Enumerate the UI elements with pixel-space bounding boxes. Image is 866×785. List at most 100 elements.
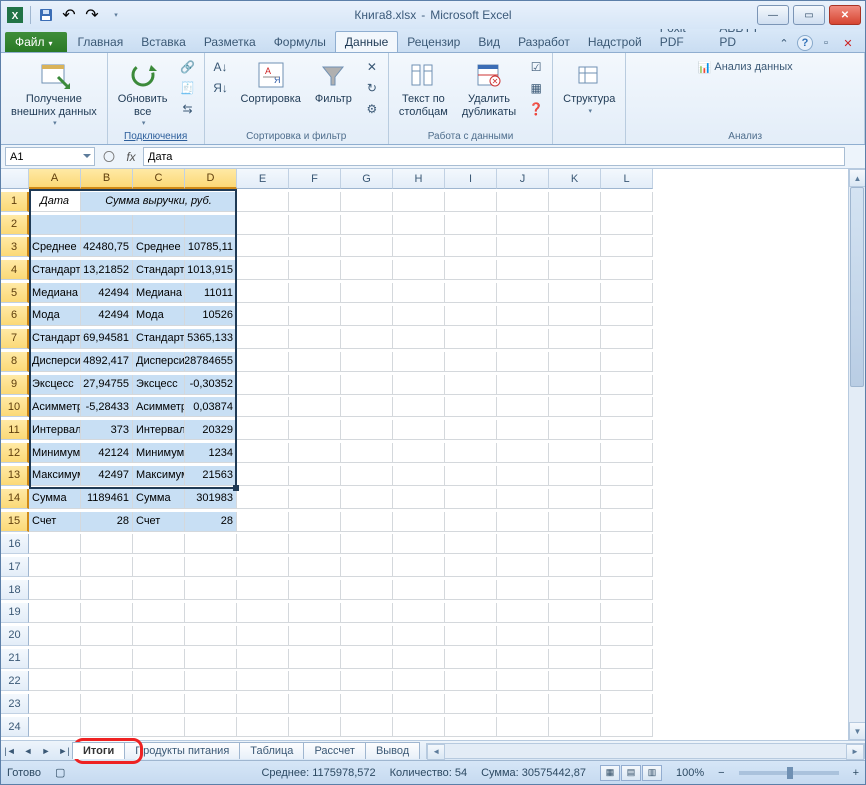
- cell[interactable]: [601, 352, 653, 372]
- cell[interactable]: [237, 375, 289, 395]
- cell[interactable]: Асимметр: [133, 397, 185, 417]
- cell[interactable]: [289, 717, 341, 737]
- cell[interactable]: [29, 626, 81, 646]
- cell[interactable]: [549, 626, 601, 646]
- connections-icon[interactable]: 🔗: [178, 57, 198, 77]
- cell[interactable]: -5,28433: [81, 397, 133, 417]
- redo-icon[interactable]: ↷: [82, 5, 102, 25]
- cell[interactable]: [497, 557, 549, 577]
- cell[interactable]: [29, 717, 81, 737]
- row-header-24[interactable]: 24: [1, 717, 29, 737]
- cell[interactable]: [29, 580, 81, 600]
- cell[interactable]: [289, 580, 341, 600]
- col-header-C[interactable]: C: [133, 169, 185, 189]
- sheet-nav-first[interactable]: |◄: [1, 742, 19, 760]
- cell[interactable]: [601, 603, 653, 623]
- get-external-data-button[interactable]: Получение внешних данных: [7, 57, 101, 130]
- col-header-D[interactable]: D: [185, 169, 237, 189]
- refresh-all-button[interactable]: Обновить все: [114, 57, 172, 130]
- cell[interactable]: [289, 420, 341, 440]
- cell[interactable]: [601, 534, 653, 554]
- cell[interactable]: [549, 717, 601, 737]
- cell[interactable]: [393, 580, 445, 600]
- cell[interactable]: [289, 603, 341, 623]
- cell[interactable]: [601, 557, 653, 577]
- cell[interactable]: [497, 649, 549, 669]
- cell[interactable]: 27,94755: [81, 375, 133, 395]
- cell[interactable]: [393, 375, 445, 395]
- cell[interactable]: [549, 534, 601, 554]
- cell[interactable]: [29, 215, 81, 235]
- cell[interactable]: [133, 717, 185, 737]
- row-header-20[interactable]: 20: [1, 626, 29, 646]
- cell[interactable]: [497, 626, 549, 646]
- cell[interactable]: [601, 192, 653, 212]
- row-header-19[interactable]: 19: [1, 603, 29, 623]
- cell[interactable]: [185, 580, 237, 600]
- cell[interactable]: [185, 671, 237, 691]
- cell[interactable]: [549, 192, 601, 212]
- cell[interactable]: Минимум: [133, 443, 185, 463]
- cell[interactable]: [81, 215, 133, 235]
- cell[interactable]: [237, 237, 289, 257]
- cell[interactable]: [445, 603, 497, 623]
- cell[interactable]: 28: [185, 512, 237, 532]
- cell[interactable]: [393, 717, 445, 737]
- cell[interactable]: [549, 237, 601, 257]
- cell[interactable]: [237, 466, 289, 486]
- cell[interactable]: 1189461: [81, 489, 133, 509]
- window-close-icon[interactable]: ✕: [839, 34, 857, 52]
- cell[interactable]: [601, 306, 653, 326]
- cell[interactable]: Сумма: [29, 489, 81, 509]
- cell[interactable]: [133, 626, 185, 646]
- col-header-J[interactable]: J: [497, 169, 549, 189]
- sheet-tab-3[interactable]: Рассчет: [303, 742, 366, 759]
- cell[interactable]: [601, 283, 653, 303]
- cell[interactable]: [237, 717, 289, 737]
- sheet-nav-last[interactable]: ►|: [55, 742, 73, 760]
- cell[interactable]: [341, 420, 393, 440]
- cell[interactable]: [445, 397, 497, 417]
- fx-cancel-icon[interactable]: 〇: [99, 148, 119, 165]
- cell[interactable]: Сумма: [133, 489, 185, 509]
- row-header-5[interactable]: 5: [1, 283, 29, 303]
- sheet-nav-prev[interactable]: ◄: [19, 742, 37, 760]
- cell[interactable]: [341, 283, 393, 303]
- cell[interactable]: [289, 306, 341, 326]
- cell[interactable]: [289, 283, 341, 303]
- cell[interactable]: [497, 580, 549, 600]
- tab-home[interactable]: Главная: [69, 32, 133, 52]
- cell[interactable]: Счет: [29, 512, 81, 532]
- cell[interactable]: Максимум: [133, 466, 185, 486]
- col-header-K[interactable]: K: [549, 169, 601, 189]
- text-to-columns-button[interactable]: Текст по столбцам: [395, 57, 452, 120]
- cell[interactable]: Интервал: [29, 420, 81, 440]
- cell[interactable]: 10526: [185, 306, 237, 326]
- cell[interactable]: [549, 671, 601, 691]
- cell[interactable]: [549, 466, 601, 486]
- cell[interactable]: [289, 215, 341, 235]
- cell[interactable]: [445, 260, 497, 280]
- row-header-13[interactable]: 13: [1, 466, 29, 486]
- cell[interactable]: [445, 626, 497, 646]
- sort-asc-icon[interactable]: A↓: [211, 57, 231, 77]
- cell[interactable]: [185, 557, 237, 577]
- cell[interactable]: [393, 649, 445, 669]
- cell[interactable]: [237, 671, 289, 691]
- col-header-I[interactable]: I: [445, 169, 497, 189]
- cell[interactable]: [393, 260, 445, 280]
- remove-duplicates-button[interactable]: ✕ Удалить дубликаты: [458, 57, 520, 120]
- cell[interactable]: Асимметр: [29, 397, 81, 417]
- cell[interactable]: [549, 420, 601, 440]
- cell[interactable]: [341, 237, 393, 257]
- cell[interactable]: [341, 192, 393, 212]
- cell[interactable]: [497, 420, 549, 440]
- cell[interactable]: [445, 649, 497, 669]
- cell[interactable]: [601, 397, 653, 417]
- cell[interactable]: [393, 489, 445, 509]
- cell[interactable]: [445, 512, 497, 532]
- cell[interactable]: [289, 260, 341, 280]
- row-header-1[interactable]: 1: [1, 192, 29, 212]
- tab-review[interactable]: Рецензир: [398, 32, 469, 52]
- cell[interactable]: [393, 215, 445, 235]
